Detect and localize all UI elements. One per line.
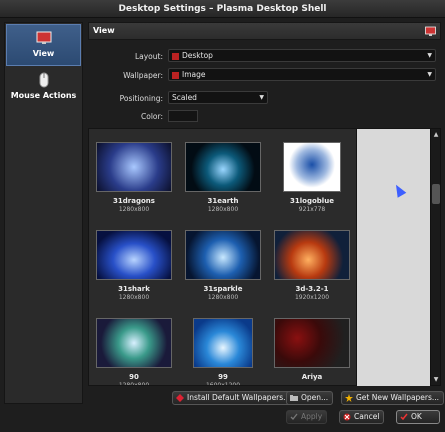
color-picker[interactable] <box>168 110 198 122</box>
wallpaper-size: 1280x800 <box>207 206 239 213</box>
cancel-icon <box>343 413 351 421</box>
wallpaper-size: 1280x800 <box>118 294 150 301</box>
install-icon <box>176 394 184 402</box>
check-icon <box>400 413 408 421</box>
wallpaper-name: 99 <box>218 373 228 381</box>
wallpaper-size: 921x778 <box>298 206 326 213</box>
wallpaper-thumbnail <box>283 142 341 192</box>
check-icon <box>290 413 298 420</box>
scroll-thumb[interactable] <box>432 184 440 204</box>
open-button[interactable]: Open... <box>286 391 334 405</box>
install-default-wallpapers-button[interactable]: Install Default Wallpapers... <box>172 391 296 405</box>
sidebar-item-view[interactable]: View <box>6 24 81 66</box>
wallpaper-thumbnail <box>96 318 172 368</box>
wallpaper-name: 90 <box>129 373 139 381</box>
wallpaper-value: Image <box>182 70 206 79</box>
layout-value: Desktop <box>182 51 213 60</box>
wallpaper-name: 3d-3.2-1 <box>295 285 329 293</box>
apply-button[interactable]: Apply <box>286 410 328 424</box>
layout-dropdown[interactable]: Desktop ▼ <box>168 49 436 62</box>
wallpaper-size: 1280x800 <box>207 294 239 301</box>
mouse-icon <box>39 72 48 88</box>
wallpaper-thumbnail <box>96 142 172 192</box>
wallpaper-size: 1280x800 <box>118 382 150 386</box>
sidebar-item-mouse-actions[interactable]: Mouse Actions <box>6 67 81 109</box>
vertical-scrollbar[interactable]: ▲ ▼ <box>430 128 441 386</box>
chevron-down-icon: ▼ <box>427 52 432 59</box>
panel-title: View <box>93 26 115 35</box>
wallpaper-thumbnail <box>193 318 253 368</box>
wallpaper-name: 31earth <box>207 197 239 205</box>
window-title: Desktop Settings – Plasma Desktop Shell <box>0 0 445 18</box>
star-icon <box>345 394 353 402</box>
wallpaper-size: 1600x1200 <box>205 382 241 386</box>
chevron-down-icon: ▼ <box>259 94 264 101</box>
button-label: Cancel <box>354 412 380 421</box>
cancel-button[interactable]: Cancel <box>339 410 385 424</box>
wallpaper-thumbnail <box>185 142 261 192</box>
wallpaper-item[interactable]: 3d-3.2-1 1920x1200 <box>268 217 356 305</box>
button-label: Apply <box>301 412 323 421</box>
wallpaper-item[interactable]: 90 1280x800 <box>90 305 178 386</box>
wallpaper-thumbnail <box>274 318 350 368</box>
wallpaper-item[interactable]: 31earth 1280x800 <box>179 129 267 217</box>
positioning-value: Scaled <box>172 93 197 102</box>
wallpaper-thumbnail <box>274 230 350 280</box>
preview-area <box>357 128 430 386</box>
wallpaper-name: 31sparkle <box>203 285 243 293</box>
panel-header: View <box>88 22 441 40</box>
wallpaper-item[interactable]: 31shark 1280x800 <box>90 217 178 305</box>
wallpaper-name: 31logoblue <box>290 197 334 205</box>
view-icon <box>425 26 436 36</box>
color-label: Color: <box>141 112 163 121</box>
wallpaper-size: 1920x1200 <box>294 294 330 301</box>
ok-button[interactable]: OK <box>396 410 440 424</box>
scroll-up-icon[interactable]: ▲ <box>432 130 440 139</box>
folder-icon <box>290 395 298 401</box>
wallpaper-item[interactable]: 99 1600x1200 <box>179 305 267 386</box>
wallpaper-label: Wallpaper: <box>123 71 163 80</box>
desktop-icon <box>172 52 179 60</box>
wallpaper-item[interactable]: 31logoblue 921x778 <box>268 129 356 217</box>
wallpaper-grid: 31dragons 1280x800 31earth 1280x800 31lo… <box>88 128 357 386</box>
scroll-down-icon[interactable]: ▼ <box>432 375 440 384</box>
button-label: Get New Wallpapers... <box>356 393 440 402</box>
sidebar-item-label: Mouse Actions <box>10 91 77 100</box>
wallpaper-item[interactable]: 31dragons 1280x800 <box>90 129 178 217</box>
wallpaper-size: 1280x800 <box>118 206 150 213</box>
image-icon <box>172 71 179 79</box>
wallpaper-dropdown[interactable]: Image ▼ <box>168 68 436 81</box>
positioning-dropdown[interactable]: Scaled ▼ <box>168 91 268 104</box>
view-icon <box>36 31 51 44</box>
wallpaper-item[interactable]: Ariya <box>268 305 356 385</box>
get-new-wallpapers-button[interactable]: Get New Wallpapers... <box>341 391 445 405</box>
button-label: OK <box>411 412 422 421</box>
layout-label: Layout: <box>134 52 163 61</box>
button-label: Open... <box>301 393 329 402</box>
wallpaper-name: Ariya <box>301 373 323 381</box>
wallpaper-item[interactable]: 31sparkle 1280x800 <box>179 217 267 305</box>
wallpaper-thumbnail <box>185 230 261 280</box>
wallpaper-name: 31dragons <box>113 197 155 205</box>
chevron-down-icon: ▼ <box>427 71 432 78</box>
sidebar-item-label: View <box>32 49 55 58</box>
positioning-label: Positioning: <box>119 94 163 103</box>
wallpaper-name: 31shark <box>118 285 150 293</box>
button-label: Install Default Wallpapers... <box>187 393 291 402</box>
wallpaper-thumbnail <box>96 230 172 280</box>
sidebar: View Mouse Actions <box>4 22 83 404</box>
